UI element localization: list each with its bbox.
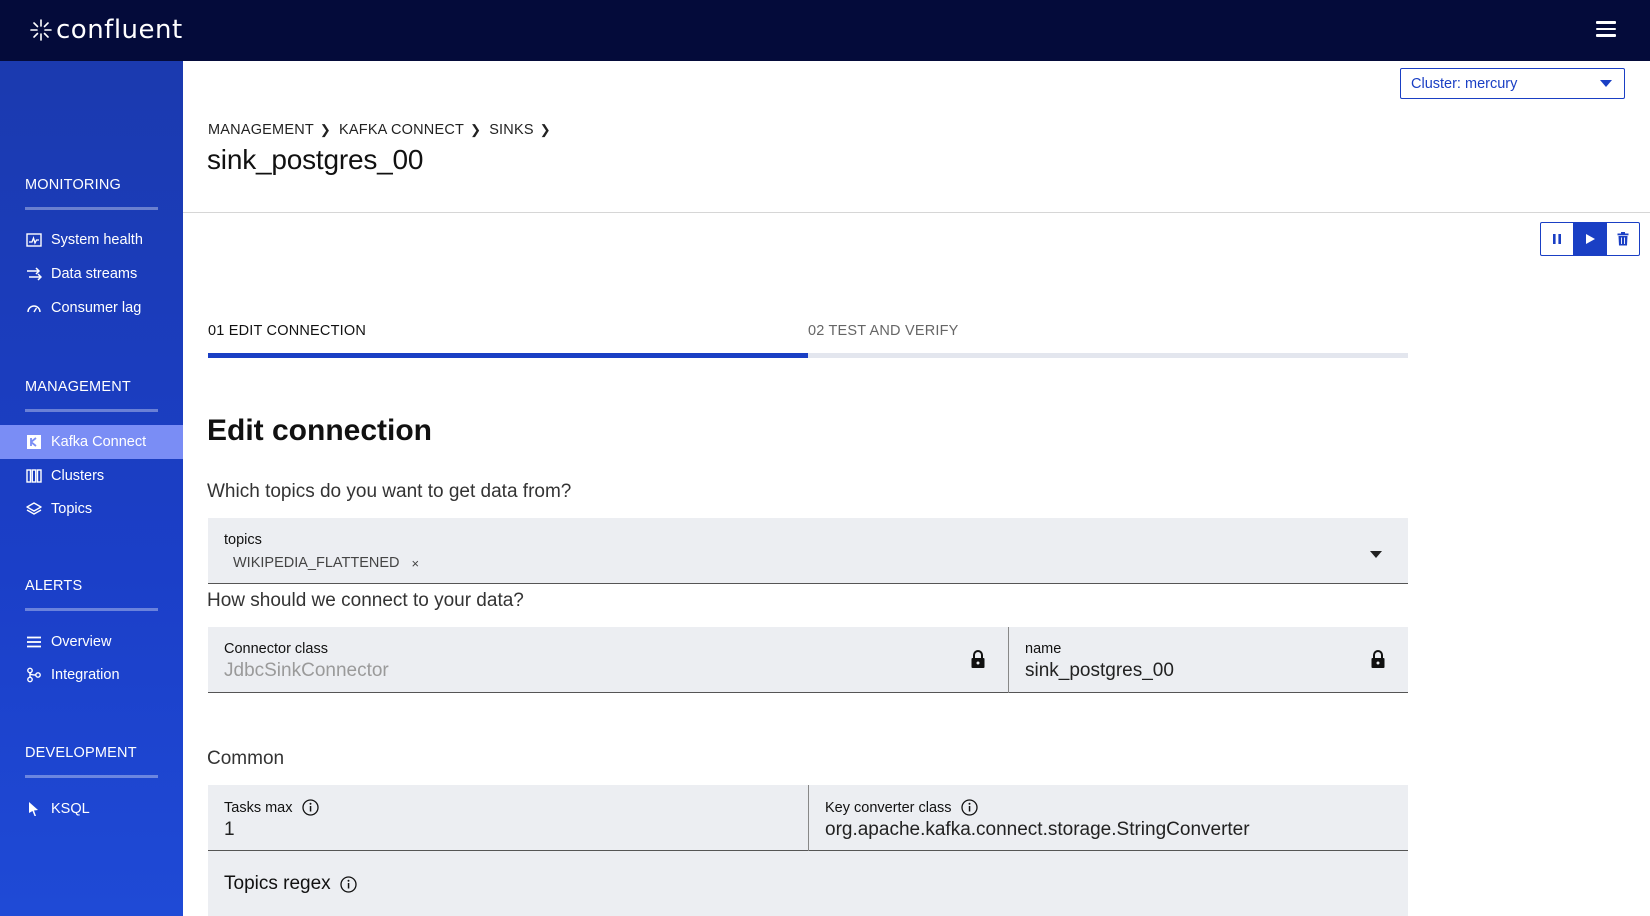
sidebar-item-data-streams[interactable]: Data streams — [0, 257, 183, 291]
progress-fill — [208, 353, 808, 358]
integration-icon — [25, 666, 43, 684]
sidebar-section-development: DEVELOPMENT — [25, 745, 158, 778]
tasks-max-label: Tasks max — [224, 799, 319, 816]
cluster-select[interactable]: Cluster: mercury — [1400, 68, 1625, 99]
pause-icon — [1553, 234, 1561, 244]
sidebar-item-integration[interactable]: Integration — [0, 658, 183, 692]
key-converter-value: org.apache.kafka.connect.storage.StringC… — [825, 819, 1250, 840]
key-converter-field[interactable]: Key converter class org.apache.kafka.con… — [809, 785, 1408, 851]
topics-regex-label-text: Topics regex — [224, 873, 331, 894]
step-edit-connection[interactable]: 01 EDIT CONNECTION — [208, 323, 366, 339]
chevron-right-icon: ❯ — [319, 122, 332, 137]
ksql-icon — [25, 800, 43, 818]
menu-icon[interactable] — [1596, 21, 1616, 37]
info-icon[interactable] — [301, 799, 319, 816]
sidebar: MONITORING System health Data streams Co… — [0, 61, 183, 916]
sidebar-item-label: System health — [51, 232, 143, 248]
streams-icon — [25, 265, 43, 283]
name-value: sink_postgres_00 — [1025, 660, 1174, 681]
logo-text: confluent — [56, 15, 183, 45]
sidebar-item-label: Integration — [51, 667, 120, 683]
confluent-logo[interactable]: confluent — [28, 14, 183, 46]
sidebar-item-label: Overview — [51, 634, 112, 650]
breadcrumb-kafka-connect[interactable]: KAFKA CONNECT — [339, 122, 464, 138]
lock-icon — [1371, 650, 1385, 668]
section-title: Edit connection — [207, 414, 432, 447]
connector-class-field[interactable]: Connector class JdbcSinkConnector — [208, 627, 1008, 693]
topics-label: topics — [224, 532, 262, 548]
pause-button[interactable] — [1541, 223, 1573, 255]
sidebar-item-kafka-connect[interactable]: Kafka Connect — [0, 425, 183, 459]
info-icon[interactable] — [340, 875, 357, 893]
cluster-select-label: Cluster: mercury — [1411, 75, 1518, 92]
step-test-and-verify[interactable]: 02 TEST AND VERIFY — [808, 323, 959, 339]
tasks-max-label-text: Tasks max — [224, 799, 293, 816]
chevron-down-icon — [1600, 80, 1612, 87]
connector-class-label: Connector class — [224, 641, 328, 657]
sidebar-item-ksql[interactable]: KSQL — [0, 792, 183, 826]
clusters-icon — [25, 467, 43, 485]
topic-chip-label: WIKIPEDIA_FLATTENED — [233, 555, 400, 571]
sidebar-section-management: MANAGEMENT — [25, 379, 158, 412]
sidebar-item-overview[interactable]: Overview — [0, 625, 183, 659]
trash-icon — [1617, 232, 1629, 246]
sidebar-section-alerts: ALERTS — [25, 578, 158, 611]
key-converter-label-text: Key converter class — [825, 799, 952, 816]
play-icon — [1586, 234, 1595, 244]
play-button[interactable] — [1573, 223, 1606, 255]
topics-select[interactable]: topics WIKIPEDIA_FLATTENED × — [208, 518, 1408, 584]
progress-track — [208, 353, 1408, 358]
chip-remove-icon[interactable]: × — [412, 556, 420, 571]
name-label: name — [1025, 641, 1062, 657]
sidebar-item-consumer-lag[interactable]: Consumer lag — [0, 291, 183, 325]
sidebar-heading: MONITORING — [25, 177, 158, 210]
chevron-right-icon: ❯ — [470, 122, 482, 137]
topic-chip[interactable]: WIKIPEDIA_FLATTENED × — [233, 555, 419, 571]
breadcrumb-management[interactable]: MANAGEMENT — [208, 122, 314, 138]
sidebar-item-clusters[interactable]: Clusters — [0, 459, 183, 493]
pulse-icon — [25, 231, 43, 249]
confluent-logo-icon — [30, 19, 52, 41]
connect-icon — [25, 433, 43, 451]
connect-question: How should we connect to your data? — [207, 590, 524, 611]
topics-question: Which topics do you want to get data fro… — [207, 481, 572, 502]
top-bar: confluent — [0, 0, 1650, 61]
sidebar-item-label: Kafka Connect — [51, 434, 147, 450]
page-title: sink_postgres_00 — [207, 144, 424, 175]
sidebar-item-system-health[interactable]: System health — [0, 223, 183, 257]
sidebar-heading: ALERTS — [25, 578, 158, 611]
sidebar-item-label: KSQL — [51, 801, 90, 817]
sidebar-item-topics[interactable]: Topics — [0, 492, 183, 526]
gauge-icon — [25, 299, 43, 317]
name-field[interactable]: name sink_postgres_00 — [1009, 627, 1408, 693]
lock-icon — [971, 650, 985, 668]
tasks-max-field[interactable]: Tasks max 1 — [208, 785, 808, 851]
topics-regex-label: Topics regex — [224, 873, 357, 895]
chevron-down-icon[interactable] — [1370, 551, 1382, 558]
sidebar-heading: MANAGEMENT — [25, 379, 158, 412]
sidebar-section-monitoring: MONITORING — [25, 177, 158, 210]
header-divider — [183, 212, 1650, 213]
topics-regex-field[interactable]: Topics regex — [208, 851, 1408, 916]
sidebar-item-label: Data streams — [51, 266, 138, 282]
sidebar-item-label: Topics — [51, 501, 93, 517]
connector-controls — [1540, 222, 1640, 256]
breadcrumb-sinks[interactable]: SINKS — [489, 122, 534, 138]
tasks-max-value: 1 — [224, 819, 235, 840]
connector-class-value: JdbcSinkConnector — [224, 660, 389, 681]
key-converter-label: Key converter class — [825, 799, 978, 816]
info-icon[interactable] — [960, 799, 978, 816]
sidebar-item-label: Consumer lag — [51, 300, 142, 316]
list-icon — [25, 633, 43, 651]
chevron-right-icon: ❯ — [539, 122, 551, 137]
common-heading: Common — [207, 748, 285, 769]
delete-button[interactable] — [1606, 223, 1639, 255]
sidebar-item-label: Clusters — [51, 468, 105, 484]
sidebar-heading: DEVELOPMENT — [25, 745, 158, 778]
layers-icon — [25, 500, 43, 518]
breadcrumb: MANAGEMENT ❯ KAFKA CONNECT ❯ SINKS ❯ — [208, 122, 559, 138]
